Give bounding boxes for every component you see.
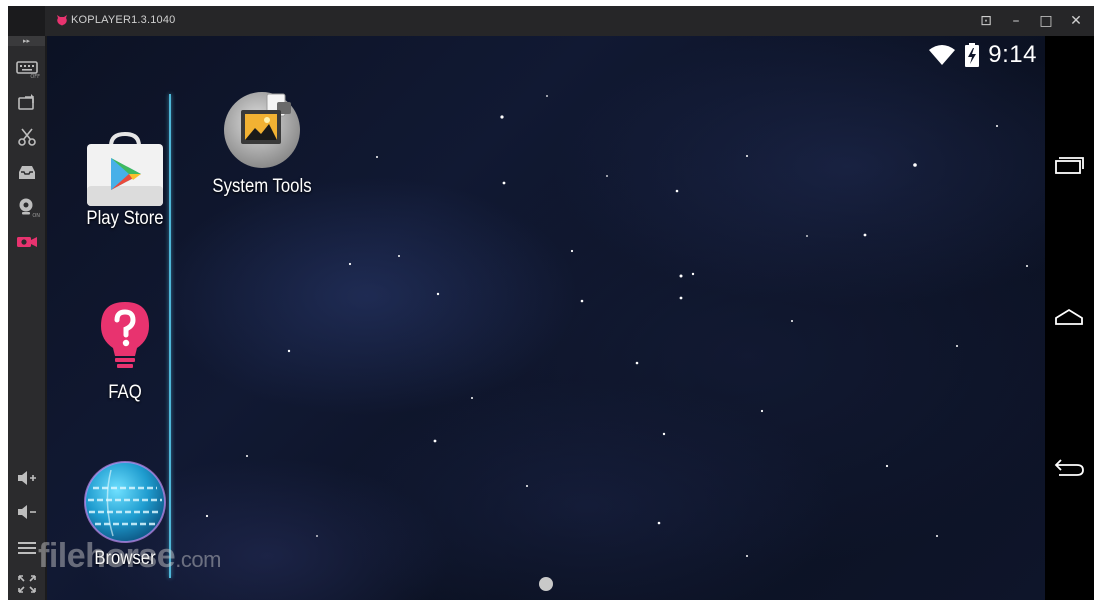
app-play-store[interactable]: Play Store bbox=[65, 132, 185, 230]
wifi-icon bbox=[929, 45, 956, 65]
toolbar-collapse-button[interactable]: ▸▸ bbox=[8, 36, 45, 46]
video-record-icon bbox=[17, 237, 37, 247]
clock: 9:14 bbox=[988, 41, 1037, 68]
mini-mode-button[interactable]: ⊡ bbox=[975, 11, 997, 31]
mini-mode-icon: ⊡ bbox=[980, 13, 992, 29]
watermark-suffix: .com bbox=[175, 547, 221, 572]
keyboard-mapping-button[interactable]: OFF bbox=[14, 56, 40, 80]
play-store-icon bbox=[87, 132, 163, 206]
app-system-tools[interactable]: System Tools bbox=[192, 88, 332, 198]
maximize-icon: □ bbox=[1039, 13, 1053, 29]
close-button[interactable]: ✕ bbox=[1065, 11, 1087, 31]
faq-icon bbox=[101, 302, 149, 368]
app-label: Play Store bbox=[86, 208, 164, 229]
webcam-status: ON bbox=[32, 213, 40, 219]
back-button[interactable] bbox=[1051, 452, 1087, 482]
screen-rotate-icon bbox=[18, 94, 34, 110]
app-label: FAQ bbox=[108, 382, 142, 403]
inbox-icon bbox=[19, 166, 35, 179]
app-faq[interactable]: FAQ bbox=[65, 300, 185, 404]
volume-up-icon bbox=[18, 471, 36, 485]
filehorse-watermark: filehorse.com bbox=[38, 537, 221, 576]
minimize-button[interactable]: – bbox=[1005, 11, 1027, 31]
inbox-button[interactable] bbox=[14, 160, 40, 184]
window-title: KOPLAYER1.3.1040 bbox=[71, 14, 176, 26]
minimize-icon: – bbox=[1012, 13, 1020, 29]
system-tools-folder-icon bbox=[224, 92, 300, 168]
battery-charging-icon bbox=[965, 43, 980, 67]
browser-globe-icon bbox=[84, 461, 166, 543]
recent-apps-icon bbox=[1055, 157, 1084, 174]
screenshot-scissors-icon bbox=[18, 128, 36, 146]
koplayer-window: KOPLAYER1.3.1040 ⊡ – □ ✕ ▸▸ OFF ON 9:14 … bbox=[8, 6, 1094, 600]
volume-up-button[interactable] bbox=[14, 466, 40, 490]
volume-down-icon bbox=[18, 505, 36, 519]
status-bar: 9:14 bbox=[928, 41, 1037, 68]
recent-apps-button[interactable] bbox=[1051, 150, 1087, 180]
watermark-text: filehorse bbox=[38, 537, 176, 575]
fullscreen-icon bbox=[18, 575, 36, 593]
fullscreen-button[interactable] bbox=[14, 572, 40, 596]
keyboard-status: OFF bbox=[30, 74, 40, 80]
video-record-button[interactable] bbox=[14, 230, 40, 254]
android-nav-bar bbox=[1045, 36, 1094, 600]
webcam-button[interactable]: ON bbox=[14, 195, 40, 219]
side-toolbar: ▸▸ OFF ON bbox=[8, 36, 45, 600]
home-button[interactable] bbox=[1051, 302, 1087, 332]
koplayer-logo-icon bbox=[57, 15, 67, 26]
title-bar[interactable]: KOPLAYER1.3.1040 ⊡ – □ ✕ bbox=[45, 6, 1094, 36]
close-icon: ✕ bbox=[1070, 13, 1082, 29]
page-indicator bbox=[539, 577, 553, 591]
app-label: System Tools bbox=[212, 176, 312, 197]
maximize-button[interactable]: □ bbox=[1035, 11, 1057, 31]
volume-down-button[interactable] bbox=[14, 500, 40, 524]
back-icon bbox=[1054, 459, 1084, 476]
menu-button[interactable] bbox=[14, 536, 40, 560]
screen-rotate-button[interactable] bbox=[14, 90, 40, 114]
home-icon bbox=[1055, 308, 1083, 325]
menu-icon bbox=[18, 542, 36, 554]
screenshot-button[interactable] bbox=[14, 125, 40, 149]
android-home-screen[interactable]: 9:14 Play Store FAQ Browser System Tools bbox=[47, 36, 1045, 600]
